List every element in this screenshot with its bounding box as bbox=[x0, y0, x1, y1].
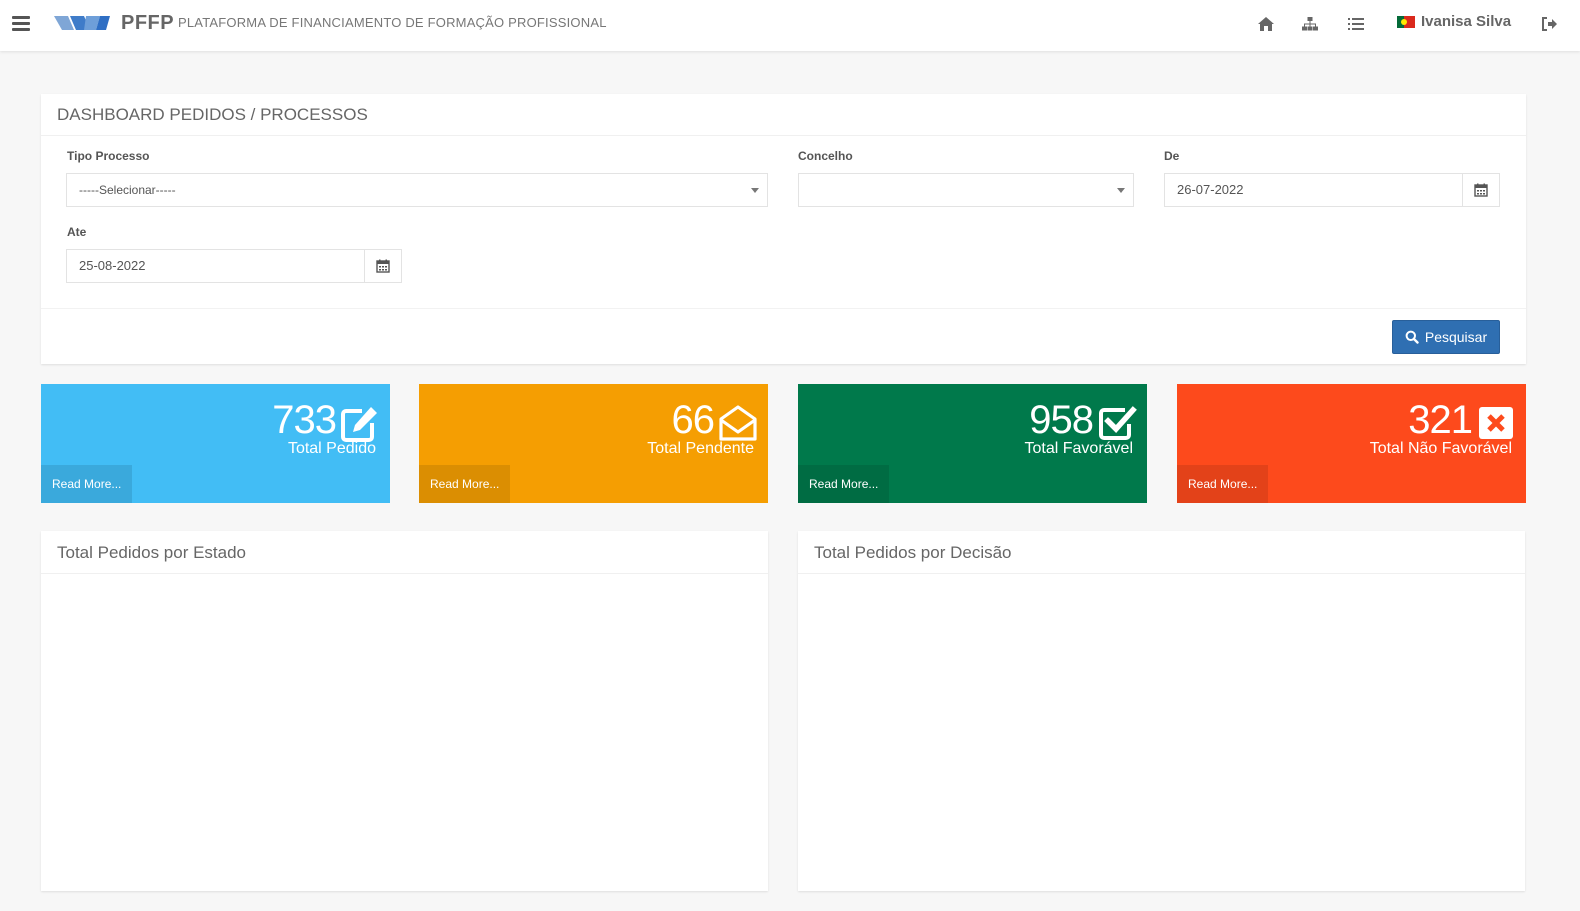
stat-label: Total Favorável bbox=[1024, 440, 1134, 457]
chevron-down-icon bbox=[1117, 188, 1125, 193]
stat-value: 66 bbox=[671, 398, 715, 442]
times-square-icon bbox=[1479, 407, 1513, 439]
stat-label: Total Pendente bbox=[647, 440, 754, 457]
chart-title-estado: Total Pedidos por Estado bbox=[41, 531, 768, 574]
sitemap-icon[interactable] bbox=[1301, 15, 1319, 33]
brand-title: PFFP bbox=[121, 12, 175, 34]
stat-label: Total Pedido bbox=[287, 440, 376, 457]
filter-panel-title: DASHBOARD PEDIDOS / PROCESSOS bbox=[41, 94, 1526, 136]
calendar-icon bbox=[376, 259, 390, 273]
user-name: Ivanisa Silva bbox=[1421, 13, 1512, 30]
calendar-button[interactable] bbox=[364, 249, 402, 283]
read-more-link[interactable]: Read More... bbox=[419, 465, 510, 503]
de-date-input[interactable]: 26-07-2022 bbox=[1164, 173, 1463, 207]
tipo-processo-select[interactable]: -----Selecionar----- bbox=[66, 173, 768, 207]
stat-value: 321 bbox=[1408, 398, 1473, 442]
chart-title-decisao: Total Pedidos por Decisão bbox=[798, 531, 1525, 574]
filter-panel: DASHBOARD PEDIDOS / PROCESSOS Tipo Proce… bbox=[41, 94, 1526, 364]
edit-icon bbox=[341, 407, 377, 442]
de-label: De bbox=[1164, 149, 1180, 163]
stat-label: Total Não Favorável bbox=[1369, 440, 1512, 457]
read-more-link[interactable]: Read More... bbox=[798, 465, 889, 503]
search-icon bbox=[1405, 330, 1419, 344]
pffp-logo[interactable] bbox=[54, 14, 110, 32]
calendar-button[interactable] bbox=[1462, 173, 1500, 207]
envelope-open-icon bbox=[719, 405, 757, 441]
calendar-icon bbox=[1474, 183, 1488, 197]
tipo-processo-label: Tipo Processo bbox=[67, 149, 150, 163]
ate-date-input[interactable]: 25-08-2022 bbox=[66, 249, 365, 283]
chevron-down-icon bbox=[751, 188, 759, 193]
chart-card-decisao: Total Pedidos por Decisão bbox=[798, 531, 1525, 891]
ate-label: Ate bbox=[67, 225, 87, 239]
stat-tile-total-nao-favoravel: 321 Total Não Favorável Read More... bbox=[1177, 384, 1526, 503]
home-icon[interactable] bbox=[1257, 15, 1275, 33]
search-button[interactable]: Pesquisar bbox=[1392, 320, 1500, 354]
stat-value: 733 bbox=[272, 398, 337, 442]
read-more-link[interactable]: Read More... bbox=[41, 465, 132, 503]
list-icon[interactable] bbox=[1347, 15, 1365, 33]
check-square-icon bbox=[1099, 406, 1137, 440]
brand-subtitle: PLATAFORMA DE FINANCIAMENTO DE FORMAÇÃO … bbox=[178, 15, 607, 30]
stat-tile-total-favoravel: 958 Total Favorável Read More... bbox=[798, 384, 1147, 503]
stat-value: 958 bbox=[1029, 398, 1094, 442]
stat-tile-total-pedido: 733 Total Pedido Read More... bbox=[41, 384, 390, 503]
menu-icon[interactable] bbox=[12, 16, 30, 32]
user-menu[interactable]: Ivanisa Silva bbox=[1397, 13, 1511, 30]
logout-icon[interactable] bbox=[1540, 15, 1558, 33]
chart-card-estado: Total Pedidos por Estado bbox=[41, 531, 768, 891]
panel-footer-divider bbox=[41, 308, 1526, 309]
top-navbar: PFFP PLATAFORMA DE FINANCIAMENTO DE FORM… bbox=[0, 0, 1580, 51]
concelho-select[interactable] bbox=[798, 173, 1134, 207]
stat-tile-total-pendente: 66 Total Pendente Read More... bbox=[419, 384, 768, 503]
tipo-processo-value: -----Selecionar----- bbox=[79, 183, 176, 197]
read-more-link[interactable]: Read More... bbox=[1177, 465, 1268, 503]
portugal-flag-icon bbox=[1397, 15, 1415, 28]
concelho-label: Concelho bbox=[798, 149, 853, 163]
search-button-label: Pesquisar bbox=[1424, 329, 1488, 345]
